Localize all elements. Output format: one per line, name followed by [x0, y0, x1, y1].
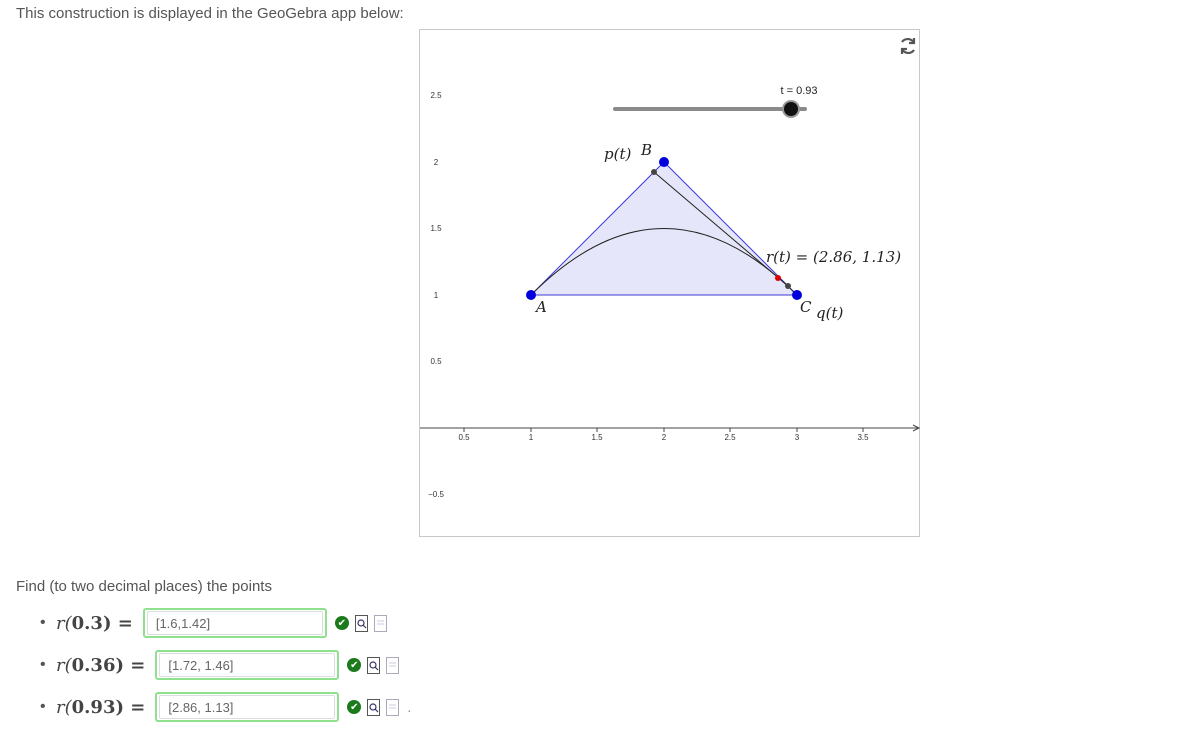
intro-text: This construction is displayed in the Ge…: [16, 5, 404, 22]
y-tick-label: 2: [434, 158, 439, 167]
answer-box-correct: [142, 608, 327, 638]
status-icons: ✔ .: [347, 698, 412, 716]
label-r: r(t) = (2.86, 1.13): [766, 248, 901, 266]
answer-label: r(0.3) =: [56, 612, 133, 634]
answer-input[interactable]: [146, 611, 323, 635]
y-tick-label: 2.5: [430, 91, 442, 100]
x-tick-label: 3: [795, 433, 800, 442]
preview-doc-icon[interactable]: [367, 698, 381, 716]
point-r[interactable]: [775, 275, 781, 281]
point-b[interactable]: [659, 157, 669, 167]
correct-check-icon: ✔: [347, 700, 362, 714]
answer-box-correct: [155, 692, 340, 722]
slider-label: t = 0.93: [780, 85, 817, 97]
x-ticks: [463, 428, 864, 432]
document-icon[interactable]: [386, 656, 400, 674]
x-tick-label: 1: [529, 433, 534, 442]
document-icon[interactable]: [386, 698, 400, 716]
label-c: C: [800, 298, 812, 316]
x-tick-label: 0.5: [458, 433, 470, 442]
bullet: •: [40, 698, 46, 715]
answer-row: • r(0.93) = ✔ .: [30, 689, 411, 725]
x-tick-label: 2.5: [724, 433, 736, 442]
refresh-icon[interactable]: [896, 34, 920, 58]
geogebra-graphics-view[interactable]: 0.5 1 1.5 2 2.5 3 3.5 2.5 2 1.5 1 0.5 −0…: [420, 30, 921, 538]
status-icons: ✔: [347, 656, 400, 674]
question-prompt: Find (to two decimal places) the points: [16, 578, 272, 595]
answer-box-correct: [155, 650, 340, 680]
y-tick-label: 1: [434, 291, 439, 300]
point-q[interactable]: [785, 283, 791, 289]
preview-doc-icon[interactable]: [354, 614, 368, 632]
correct-check-icon: ✔: [347, 658, 362, 672]
y-tick-label: 1.5: [430, 224, 442, 233]
document-icon[interactable]: [373, 614, 387, 632]
bullet: •: [40, 656, 46, 673]
label-b: B: [640, 141, 652, 159]
answer-row: • r(0.3) = ✔: [30, 605, 387, 641]
answer-label: r(0.93) =: [56, 696, 146, 718]
x-tick-label: 3.5: [857, 433, 869, 442]
x-tick-label: 1.5: [591, 433, 603, 442]
correct-check-icon: ✔: [334, 616, 349, 630]
point-a[interactable]: [526, 290, 536, 300]
label-p: p(t): [604, 145, 631, 163]
trailing-period: .: [407, 699, 412, 715]
y-tick-label: 0.5: [430, 357, 442, 366]
answer-row: • r(0.36) = ✔: [30, 647, 400, 683]
preview-doc-icon[interactable]: [367, 656, 381, 674]
bullet: •: [40, 614, 46, 631]
label-a: A: [534, 298, 547, 316]
answer-label: r(0.36) =: [56, 654, 146, 676]
answer-input[interactable]: [159, 695, 336, 719]
point-p[interactable]: [651, 169, 657, 175]
answer-input[interactable]: [159, 653, 336, 677]
slider-handle[interactable]: [782, 100, 800, 118]
x-tick-label: 2: [662, 433, 667, 442]
status-icons: ✔: [334, 614, 387, 632]
y-tick-label: −0.5: [428, 490, 444, 499]
label-q: q(t): [816, 304, 843, 322]
geogebra-applet[interactable]: 0.5 1 1.5 2 2.5 3 3.5 2.5 2 1.5 1 0.5 −0…: [419, 29, 921, 538]
